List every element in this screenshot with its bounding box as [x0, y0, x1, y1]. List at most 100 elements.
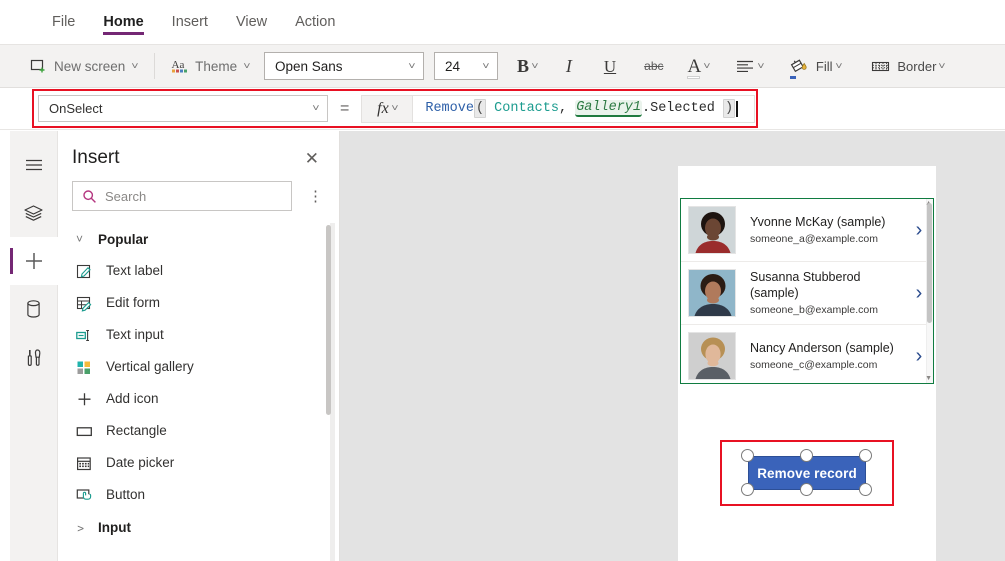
formula-input[interactable]: Remove( Contacts, Gallery1 .Selected ) [413, 94, 755, 123]
insert-group-popular[interactable]: ˅ Popular [58, 223, 339, 255]
resize-handle-top-center[interactable] [800, 449, 813, 462]
insert-item-edit-form[interactable]: Edit form [58, 287, 339, 319]
avatar [688, 332, 736, 380]
border-button[interactable]: Border ˅ [864, 49, 952, 83]
insert-item-button[interactable]: Button [58, 479, 339, 511]
rail-item-data[interactable] [10, 285, 58, 333]
gallery-item[interactable]: Nancy Anderson (sample) someone_c@exampl… [681, 325, 933, 383]
font-color-button[interactable]: A ˅ [681, 49, 718, 83]
insert-panel-header: Insert ✕ [58, 131, 339, 169]
insert-item-add-icon[interactable]: Add icon [58, 383, 339, 415]
panel-scrollbar-thumb[interactable] [326, 225, 331, 415]
gallery-item[interactable]: Yvonne McKay (sample) someone_a@example.… [681, 199, 933, 262]
powerapps-studio: File Home Insert View Action New screen … [0, 0, 1005, 561]
insert-item-text-label[interactable]: Text label [58, 255, 339, 287]
more-options-icon[interactable]: ⋮ [302, 189, 329, 204]
fill-label: Fill [815, 58, 833, 74]
search-icon [82, 189, 97, 204]
resize-handle-bottom-left[interactable] [741, 483, 754, 496]
search-input[interactable]: Search [72, 181, 292, 211]
italic-button[interactable]: I [553, 49, 585, 83]
gallery-scrollbar-thumb[interactable] [927, 203, 932, 323]
new-screen-button[interactable]: New screen ˅ [22, 51, 146, 81]
theme-button[interactable]: Aa Theme ˅ [163, 51, 258, 81]
scroll-down-icon[interactable]: ▼ [925, 375, 932, 382]
gallery-control[interactable]: Yvonne McKay (sample) someone_a@example.… [680, 198, 934, 384]
search-placeholder: Search [105, 188, 147, 204]
font-size-value: 24 [445, 58, 461, 74]
menu-item-home[interactable]: Home [89, 0, 157, 44]
chevron-down-icon: ˅ [243, 60, 251, 72]
menu-item-file[interactable]: File [38, 0, 89, 44]
text-cursor [736, 100, 738, 117]
align-left-icon [736, 59, 755, 74]
property-select[interactable]: OnSelect ˅ [38, 95, 328, 122]
app-canvas[interactable]: Yvonne McKay (sample) someone_a@example.… [340, 131, 1005, 561]
text-label-icon [76, 263, 93, 280]
chevron-down-icon: ˅ [938, 60, 946, 72]
insert-item-text-input[interactable]: Text input [58, 319, 339, 351]
gallery-item-text: Yvonne McKay (sample) someone_a@example.… [736, 215, 905, 246]
insert-item-label: Vertical gallery [106, 359, 194, 375]
insert-group-label: Input [98, 519, 131, 535]
insert-item-list[interactable]: ˅ Popular Text label Edit form Text inpu… [58, 223, 339, 561]
strikethrough-button[interactable]: abc [637, 49, 670, 83]
insert-group-input[interactable]: ˅ Input [58, 511, 339, 543]
insert-item-date-picker[interactable]: Date picker [58, 447, 339, 479]
align-button[interactable]: ˅ [729, 49, 771, 83]
resize-handle-bottom-right[interactable] [859, 483, 872, 496]
rail-item-menu[interactable] [10, 141, 58, 189]
text-input-icon [76, 327, 93, 344]
property-value: OnSelect [49, 101, 103, 116]
new-screen-label: New screen [54, 58, 126, 74]
panel-scrollbar-track[interactable] [326, 223, 335, 561]
insert-item-label: Text label [106, 263, 164, 279]
menu-item-label: Action [295, 13, 336, 30]
underline-icon: U [603, 56, 617, 76]
rail-item-media[interactable] [10, 333, 58, 381]
chevron-down-icon: ˅ [76, 232, 84, 246]
new-screen-icon [30, 58, 47, 74]
italic-icon: I [565, 56, 572, 76]
fx-button[interactable]: fx ˅ [361, 94, 414, 123]
gallery-item-name: Nancy Anderson (sample) [750, 340, 894, 355]
gallery-scrollbar-track[interactable]: ▲ ▼ [925, 199, 933, 383]
menu-item-insert[interactable]: Insert [158, 0, 222, 44]
date-picker-icon [76, 455, 93, 472]
menu-item-view[interactable]: View [222, 0, 281, 44]
resize-handle-top-left[interactable] [741, 449, 754, 462]
chevron-down-icon: ˅ [312, 103, 320, 114]
add-icon [76, 391, 93, 408]
insert-item-label: Date picker [106, 455, 175, 471]
rail-item-tree-view[interactable] [10, 189, 58, 237]
font-size-select[interactable]: 24 ˅ [434, 52, 498, 80]
insert-item-vertical-gallery[interactable]: Vertical gallery [58, 351, 339, 383]
gallery-item-email: someone_b@example.com [750, 304, 878, 317]
font-family-select[interactable]: Open Sans ˅ [264, 52, 424, 80]
insert-item-rectangle[interactable]: Rectangle [58, 415, 339, 447]
formula-token-comma: , [558, 101, 576, 116]
rail-item-insert[interactable] [9, 237, 58, 285]
underline-button[interactable]: U [593, 49, 627, 83]
menu-item-action[interactable]: Action [281, 0, 349, 44]
bold-button[interactable]: B ˅ [510, 49, 545, 83]
chevron-down-icon: ˅ [482, 60, 490, 72]
fill-bucket-icon [790, 58, 809, 75]
ribbon-divider [154, 53, 156, 79]
resize-handle-bottom-center[interactable] [800, 483, 813, 496]
gallery-item-name: Susanna Stubberod (sample) [750, 269, 861, 300]
resize-handle-top-right[interactable] [859, 449, 872, 462]
insert-item-label: Rectangle [106, 423, 167, 439]
chevron-down-icon: ˅ [757, 60, 765, 72]
chevron-down-icon: ˅ [390, 103, 399, 114]
gallery-item-email: someone_c@example.com [750, 359, 878, 372]
gallery-item-name: Yvonne McKay (sample) [750, 214, 886, 229]
screen-surface[interactable]: Yvonne McKay (sample) someone_a@example.… [678, 166, 936, 561]
fill-button[interactable]: Fill ˅ [783, 49, 848, 83]
gallery-item-text: Nancy Anderson (sample) someone_c@exampl… [736, 341, 905, 372]
gallery-item[interactable]: Susanna Stubberod (sample) someone_b@exa… [681, 262, 933, 325]
close-icon[interactable]: ✕ [301, 148, 323, 169]
formula-token-property: .Selected [642, 101, 724, 116]
chevron-down-icon: ˅ [834, 60, 843, 72]
avatar [688, 269, 736, 317]
